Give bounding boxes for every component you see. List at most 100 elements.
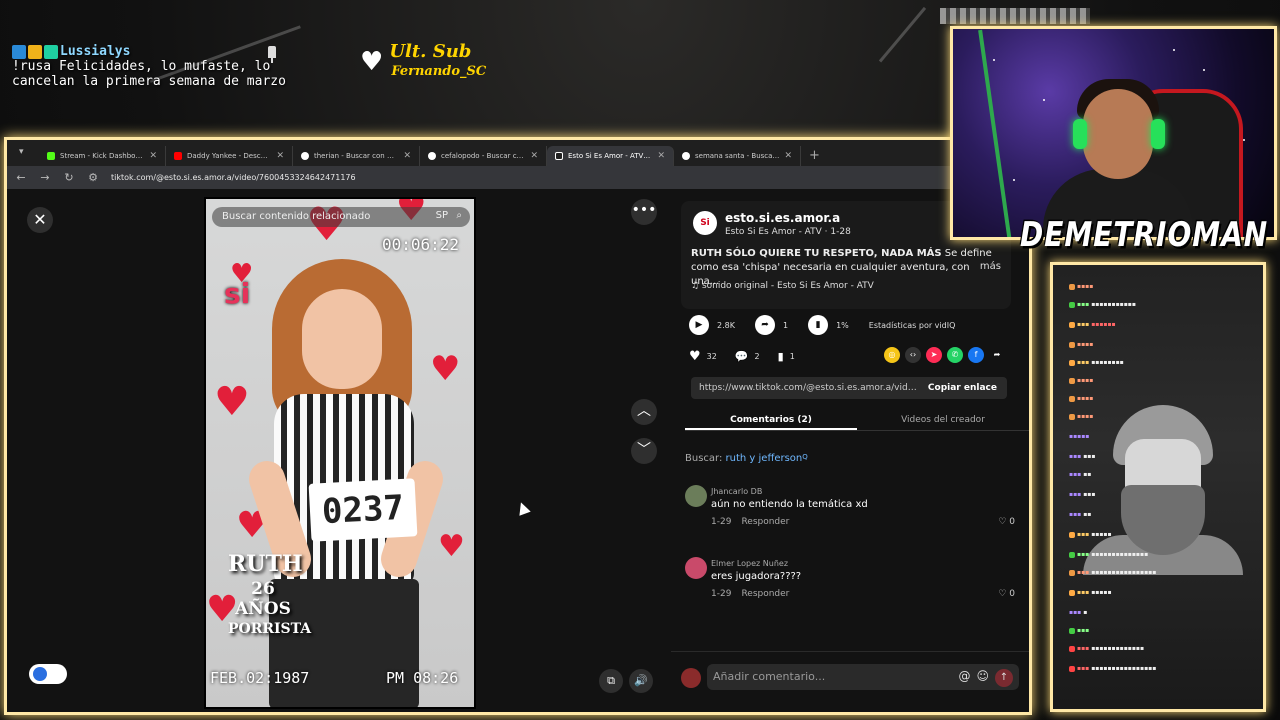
comment-like[interactable]: ♡ 0 [998,517,1015,527]
commenter-name[interactable]: Jhancarlo DB [711,487,762,496]
more-link[interactable]: más [980,261,1001,272]
chat-line: ▪▪▪▪ [1069,377,1093,384]
back-icon[interactable]: ← [15,171,27,184]
comment-icon[interactable]: 💬 [735,350,749,363]
tab-creator-videos[interactable]: Videos del creador [857,409,1029,430]
site-info-icon[interactable]: ⚙ [87,171,99,184]
like-icon[interactable]: ♥ [689,349,701,364]
comment-text: eres jugadora???? [711,571,802,582]
commenter-avatar[interactable] [685,557,707,579]
search-suggestion[interactable]: Buscar: ruth y jeffersonQ [685,453,808,464]
last-sub-name: Fernando_SC [391,64,487,79]
chat-message-text: !rusa Felicidades, lo mufaste, lo cancel… [12,59,286,89]
vidiq-stats-label[interactable]: Estadísticas por vidIQ [869,321,956,330]
cam-frame-deco [940,8,1090,24]
search-term[interactable]: ruth y jefferson [726,453,803,464]
tab-label: therian - Buscar con Google [314,152,398,160]
share-arrow-icon[interactable]: ➦ [754,315,775,335]
whatsapp-icon[interactable]: ✆ [947,347,963,363]
play-count: 2.8K [717,320,735,330]
tiktok-page: ✕ ♥ ♥ ♥ ♥ ♥ ♥ ♥ ♥ [7,189,1029,712]
mascot-illustration [1083,405,1243,575]
related-search-bar[interactable]: Buscar contenido relacionado SP ⌕ [212,207,470,227]
emoji-icon[interactable]: ☺ [976,669,989,687]
previous-video-button[interactable]: ︿ [631,399,657,425]
comment-date: 1-29 [711,517,732,527]
play-icon[interactable]: ▶ [689,315,709,335]
next-video-button[interactable]: ﹀ [631,438,657,464]
copy-link-button[interactable]: Copiar enlace [918,383,1007,393]
last-sub-title: Ult. Sub [389,41,472,62]
tab-kick-dashboard[interactable]: Stream - Kick Dashboard ✕ [39,146,166,166]
volume-icon[interactable]: 🔊 [629,669,653,693]
contestant-bib: 0237 [308,478,418,542]
reload-icon[interactable]: ↻ [63,171,75,184]
chat-line: ▪▪▪ ▪▪▪ [1069,453,1096,460]
chat-line: ▪▪▪ ▪▪▪▪▪▪▪▪▪▪▪▪▪▪▪▪ [1069,665,1156,672]
close-tab-icon[interactable]: ✕ [149,151,157,161]
facebook-icon[interactable]: f [968,347,984,363]
stream-chat-panel: ▪▪▪▪ ▪▪▪ ▪▪▪▪▪▪▪▪▪▪▪ ▪▪▪ ▪▪▪▪▪▪ ▪▪▪▪ ▪▪▪ ▪▪… [1050,262,1266,712]
pip-icon[interactable]: ⧉ [599,669,623,693]
reply-button[interactable]: Responder [741,589,789,599]
embed-share-icon[interactable]: ◎ [884,347,900,363]
comment-date: 1-29 [711,589,732,599]
tab-comments[interactable]: Comentarios (2) [685,409,857,430]
mention-icon[interactable]: @ [958,669,970,687]
reply-button[interactable]: Responder [741,517,789,527]
bookmark-icon[interactable]: ▮ [778,350,784,363]
chat-line: ▪▪▪▪▪ [1069,511,1092,518]
new-tab-icon[interactable]: + [809,148,820,163]
tab-google-cefalopodo[interactable]: cefalopodo - Buscar con Goog ✕ [420,146,547,166]
contestant-name: RUTH [228,551,303,577]
kick-icon [47,152,55,160]
close-tab-icon[interactable]: ✕ [530,151,538,161]
tab-tiktok[interactable]: Esto Si Es Amor - ATV (@es ✕ [547,146,674,166]
video-player[interactable]: ♥ ♥ ♥ ♥ ♥ ♥ ♥ ♥ 0237 [204,197,476,709]
chat-line: ▪▪▪▪▪ [1069,433,1090,440]
tab-search-icon[interactable]: ▾ [19,147,33,161]
chat-line: ▪▪▪ ▪▪▪▪▪▪▪▪▪▪▪ [1069,301,1136,308]
comment-item: Elmer Lopez Nuñez eres jugadora???? 1-29… [685,557,1015,607]
share-link[interactable]: https://www.tiktok.com/@esto.si.es.amor.… [691,383,918,393]
crown-badge-icon [28,44,42,59]
url-field[interactable]: tiktok.com/@esto.si.es.amor.a/video/7600… [111,173,954,182]
comment-like-count: 0 [1009,589,1015,599]
share-icons: ◎ ‹› ➤ ✆ f ➦ [884,347,1005,363]
tiktok-icon [555,152,563,160]
related-search-text: Buscar contenido relacionado [222,211,371,222]
comment-like[interactable]: ♡ 0 [998,589,1015,599]
close-tab-icon[interactable]: ✕ [784,151,792,161]
commenter-name[interactable]: Elmer Lopez Nuñez [711,559,788,568]
send-icon[interactable]: ➤ [926,347,942,363]
close-tab-icon[interactable]: ✕ [276,151,284,161]
close-tab-icon[interactable]: ✕ [403,151,411,161]
save-count: 1 [789,352,795,361]
stats-row: ▶ 2.8K ➦ 1 ▮ 1% Estadísticas por vidIQ [689,315,955,335]
tab-youtube[interactable]: Daddy Yankee - Descontrol - Yo ✕ [166,146,293,166]
close-video-button[interactable]: ✕ [27,207,53,233]
commenter-avatar[interactable] [685,485,707,507]
tab-google-therian[interactable]: therian - Buscar con Google ✕ [293,146,420,166]
contestant-figure: 0237 [244,259,448,707]
close-tab-icon[interactable]: ✕ [657,151,665,161]
vhs-time: PM 08:26 [386,669,459,687]
search-icon[interactable]: ⌕ [456,210,462,221]
last-sub-widget: ♥ Ult. Sub Fernando_SC [360,42,486,82]
author-avatar[interactable]: Si [693,211,717,235]
chat-line: ▪▪▪ ▪▪▪▪▪▪▪▪ [1069,359,1124,366]
code-embed-icon[interactable]: ‹› [905,347,921,363]
forward-icon[interactable]: → [39,171,51,184]
autoscroll-toggle[interactable] [29,664,67,684]
heart-outline-icon: ♡ [998,517,1007,527]
more-options-button[interactable]: ••• [631,199,657,225]
more-share-icon[interactable]: ➦ [989,347,1005,363]
author-handle[interactable]: esto.si.es.amor.a [725,211,840,225]
tab-google-semana-santa[interactable]: semana santa - Buscar con Goo ✕ [674,146,801,166]
stats-icon[interactable]: ▮ [808,315,829,335]
chat-line: ▪▪▪ ▪▪▪▪▪ [1069,589,1112,596]
sp-label: SP [435,210,448,221]
send-comment-icon[interactable]: ↑ [995,669,1013,687]
stats-percent: 1% [836,320,849,330]
sound-link[interactable]: ♫ sonido original - Esto Si Es Amor - AT… [691,281,874,291]
